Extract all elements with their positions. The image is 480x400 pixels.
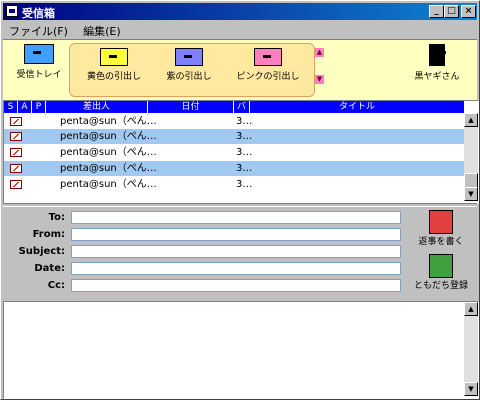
subject-field[interactable] xyxy=(71,245,401,258)
cc-label: Cc: xyxy=(47,280,65,291)
compose-reply-label: 返事を書く xyxy=(418,237,464,247)
table-row[interactable]: penta@sun（ぺん… 3… xyxy=(4,129,464,144)
date-field[interactable] xyxy=(71,262,401,275)
pink-drawer-icon xyxy=(254,48,282,66)
row-sender: penta@sun（ぺん… xyxy=(60,147,157,158)
drawer-purple-button[interactable]: 紫の引出し xyxy=(156,48,222,82)
pencil-icon xyxy=(429,210,453,234)
table-row[interactable]: penta@sun（ぺん… 3… xyxy=(4,114,464,129)
inbox-tray-button[interactable]: 受信トレイ xyxy=(13,44,65,80)
cc-field[interactable] xyxy=(71,279,401,292)
col-attach[interactable]: A xyxy=(18,101,32,113)
row-size: 3… xyxy=(236,163,253,174)
message-list: S A P 差出人 日付 バ タイトル penta@sun（ぺん… 3… pen… xyxy=(3,100,479,204)
body-scrollbar[interactable]: ▲ ▼ xyxy=(464,302,478,396)
scroll-up-icon[interactable]: ▲ xyxy=(315,48,324,57)
mail-icon xyxy=(10,117,22,126)
toolbar: 受信トレイ 黄色の引出し 紫の引出し ピンクの引出し ▲ ▼ 黒ヤギさん xyxy=(3,39,477,101)
maximize-button[interactable]: □ xyxy=(444,5,459,18)
row-size: 3… xyxy=(236,131,253,142)
from-field[interactable] xyxy=(71,228,401,241)
row-size: 3… xyxy=(236,147,253,158)
window-title: 受信箱 xyxy=(22,7,55,20)
goat-label: 黒ヤギさん xyxy=(414,72,460,82)
from-label: From: xyxy=(32,229,65,240)
col-priority[interactable]: P xyxy=(32,101,46,113)
col-title[interactable]: タイトル xyxy=(250,101,464,113)
notebook-icon xyxy=(429,254,453,278)
list-header: S A P 差出人 日付 バ タイトル xyxy=(4,101,464,113)
row-size: 3… xyxy=(236,179,253,190)
to-field[interactable] xyxy=(71,211,401,224)
table-row[interactable]: penta@sun（ぺん… 3… xyxy=(4,177,464,192)
col-date[interactable]: 日付 xyxy=(148,101,234,113)
row-sender: penta@sun（ぺん… xyxy=(60,116,157,127)
mail-icon xyxy=(10,148,22,157)
mail-icon xyxy=(10,180,22,189)
inbox-tray-label: 受信トレイ xyxy=(16,70,62,80)
drawer-yellow-label: 黄色の引出し xyxy=(86,72,141,82)
date-label: Date: xyxy=(34,263,65,274)
yellow-drawer-icon xyxy=(100,48,128,66)
minimize-button[interactable]: _ xyxy=(429,5,444,18)
drawer-pink-button[interactable]: ピンクの引出し xyxy=(228,48,308,82)
drawer-pink-label: ピンクの引出し xyxy=(236,72,300,82)
drawer-purple-label: 紫の引出し xyxy=(166,72,212,82)
mail-icon xyxy=(10,132,22,141)
app-icon xyxy=(6,5,18,17)
drawer-yellow-button[interactable]: 黄色の引出し xyxy=(78,48,150,82)
title-bar: 受信箱 _ □ × xyxy=(3,3,477,20)
main-window: 受信箱 _ □ × ファイル(F) 編集(E) 受信トレイ 黄色の引出し 紫の引… xyxy=(0,0,480,400)
col-status[interactable]: S xyxy=(4,101,18,113)
add-friend-button[interactable]: ともだち登録 xyxy=(411,254,471,291)
row-sender: penta@sun（ぺん… xyxy=(60,179,157,190)
table-row[interactable]: penta@sun（ぺん… 3… xyxy=(4,161,464,176)
to-label: To: xyxy=(48,212,65,223)
inbox-tray-icon xyxy=(24,44,54,64)
mail-icon xyxy=(10,164,22,173)
scroll-down-icon[interactable]: ▼ xyxy=(315,75,324,84)
col-sender[interactable]: 差出人 xyxy=(46,101,148,113)
black-goat-icon xyxy=(429,44,446,66)
menu-edit[interactable]: 編集(E) xyxy=(77,21,127,41)
compose-reply-button[interactable]: 返事を書く xyxy=(411,210,471,247)
row-size: 3… xyxy=(236,116,253,127)
add-friend-label: ともだち登録 xyxy=(413,281,468,291)
message-body[interactable]: ▲ ▼ xyxy=(3,301,479,399)
drawer-scroll: ▲ ▼ xyxy=(315,48,325,102)
table-row[interactable]: penta@sun（ぺん… 3… xyxy=(4,145,464,160)
close-button[interactable]: × xyxy=(461,5,476,18)
list-scrollbar[interactable]: ▲ ▼ xyxy=(464,113,478,201)
header-fields: To: From: Subject: Date: Cc: 返事を書く ともだち登… xyxy=(3,206,477,298)
scroll-up-button[interactable]: ▲ xyxy=(464,113,478,127)
body-scroll-down-button[interactable]: ▼ xyxy=(464,382,478,396)
row-sender: penta@sun（ぺん… xyxy=(60,131,157,142)
menu-file[interactable]: ファイル(F) xyxy=(3,21,74,41)
row-sender: penta@sun（ぺん… xyxy=(60,163,157,174)
purple-drawer-icon xyxy=(175,48,203,66)
col-size[interactable]: バ xyxy=(234,101,250,113)
subject-label: Subject: xyxy=(18,246,65,257)
menu-bar: ファイル(F) 編集(E) xyxy=(3,21,477,39)
goat-button[interactable]: 黒ヤギさん xyxy=(407,44,467,82)
scroll-down-button[interactable]: ▼ xyxy=(464,187,478,201)
drawer-group: 黄色の引出し 紫の引出し ピンクの引出し xyxy=(69,43,315,97)
body-scroll-up-button[interactable]: ▲ xyxy=(464,302,478,316)
